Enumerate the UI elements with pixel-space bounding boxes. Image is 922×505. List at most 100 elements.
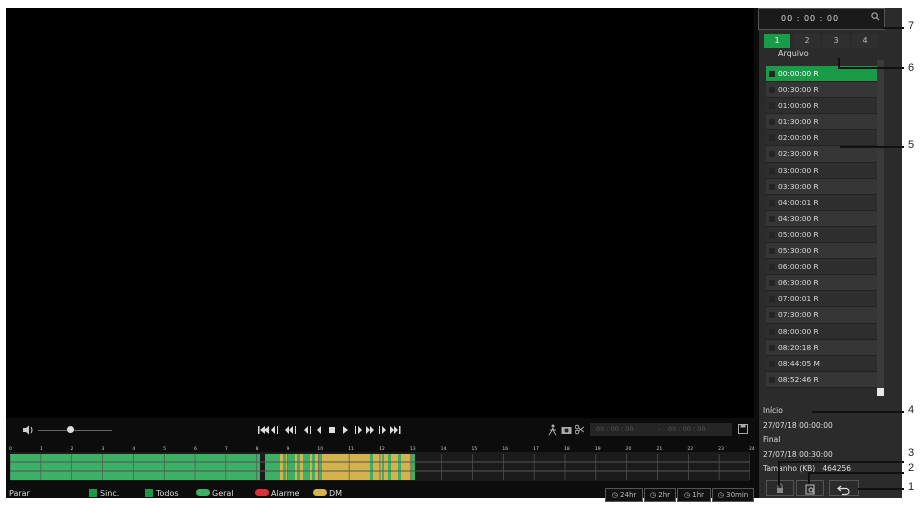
all-checkbox[interactable]: Todos	[145, 489, 179, 498]
file-list-row[interactable]: 08:20:18 R	[766, 339, 877, 356]
row-time: 05:00:00 R	[778, 229, 819, 239]
file-list-row[interactable]: 03:00:00 R	[766, 162, 877, 179]
volume-icon[interactable]	[22, 425, 34, 435]
file-list-row[interactable]: 08:52:46 R	[766, 371, 877, 388]
row-checkbox[interactable]	[769, 119, 775, 126]
file-list-scrollbar[interactable]	[877, 60, 884, 396]
end-label: Final	[763, 435, 781, 444]
general-label: Geral	[212, 489, 234, 498]
timeline-bars[interactable]	[9, 452, 751, 481]
row-checkbox[interactable]	[769, 376, 775, 383]
zoom-24hr-button[interactable]: ◷ 24hr	[605, 488, 643, 502]
zoom-30min-label: 30min	[726, 491, 749, 499]
all-label: Todos	[156, 489, 179, 498]
row-checkbox[interactable]	[769, 103, 775, 110]
file-list-row[interactable]: 05:00:00 R	[766, 226, 877, 244]
file-list-row[interactable]: 08:00:00 R	[766, 323, 877, 340]
file-search-button[interactable]	[796, 480, 824, 496]
general-toggle-icon[interactable]	[196, 489, 210, 496]
row-time: 08:00:00 R	[778, 326, 819, 336]
callout-4: 4	[908, 404, 915, 416]
transport-buttons[interactable]	[255, 423, 415, 437]
tab-channel-1[interactable]: 1	[764, 34, 790, 48]
file-list-row[interactable]: 00:30:00 R	[766, 82, 877, 99]
tab-channel-2[interactable]: 2	[794, 34, 820, 48]
row-time: 08:20:18 R	[778, 342, 819, 352]
volume-slider-knob[interactable]	[67, 426, 74, 433]
row-checkbox[interactable]	[769, 360, 775, 367]
row-checkbox[interactable]	[769, 312, 775, 319]
file-list-row[interactable]: 06:30:00 R	[766, 275, 877, 292]
row-checkbox[interactable]	[769, 151, 775, 158]
row-time: 01:30:00 R	[778, 117, 819, 127]
callout-6: 6	[908, 62, 915, 74]
sync-checkbox[interactable]: Sinc.	[89, 489, 119, 498]
search-icon[interactable]	[871, 12, 880, 21]
sync-check-icon[interactable]	[89, 489, 97, 497]
file-list-row[interactable]: 07:30:00 R	[766, 307, 877, 324]
clip-time-inputs[interactable]: 00 : 00 : 00 - 00 : 00 : 00	[590, 423, 732, 436]
row-checkbox[interactable]	[769, 280, 775, 287]
row-checkbox[interactable]	[769, 296, 775, 303]
clip-start-time[interactable]: 00 : 00 : 00	[596, 423, 633, 436]
row-checkbox[interactable]	[769, 71, 775, 77]
row-checkbox[interactable]	[769, 183, 775, 190]
playback-controls: 00 : 00 : 00 - 00 : 00 : 00	[0, 422, 748, 438]
all-check-icon[interactable]	[145, 489, 153, 497]
row-checkbox[interactable]	[769, 135, 775, 142]
zoom-2hr-button[interactable]: ◷ 2hr	[644, 488, 676, 502]
row-time: 01:00:00 R	[778, 101, 819, 111]
file-list-row[interactable]: 05:30:00 R	[766, 243, 877, 260]
row-checkbox[interactable]	[769, 231, 775, 238]
file-list-row[interactable]: 01:00:00 R	[766, 98, 877, 115]
file-list-row[interactable]: 08:44:05 M	[766, 355, 877, 372]
file-list-row[interactable]: 06:00:00 R	[766, 259, 877, 276]
motion-toggle-icon[interactable]	[313, 489, 327, 496]
zoom-1hr-button[interactable]: ◷ 1hr	[677, 488, 711, 502]
tab-channel-4[interactable]: 4	[852, 34, 878, 48]
row-time: 03:30:00 R	[778, 181, 819, 191]
video-area[interactable]	[6, 8, 754, 418]
row-time: 08:52:46 R	[778, 374, 819, 384]
row-time: 07:30:00 R	[778, 310, 819, 320]
timeline[interactable]	[9, 452, 751, 481]
row-checkbox[interactable]	[769, 199, 775, 206]
back-icon	[837, 485, 850, 496]
back-button[interactable]	[829, 480, 859, 496]
lock-button[interactable]	[766, 480, 794, 496]
general-filter[interactable]: Geral	[196, 489, 234, 498]
file-list-row[interactable]: 04:30:00 R	[766, 210, 877, 227]
time-search-input[interactable]: 00 : 00 : 00	[781, 14, 839, 23]
clip-end-time[interactable]: 00 : 00 : 00	[668, 423, 705, 436]
motion-filter[interactable]: DM	[313, 489, 342, 498]
file-list: 00:00:00 R 00:30:00 R 01:00:00 R 01:30:00 R…	[766, 66, 877, 388]
callout-line-7	[882, 27, 904, 29]
zoom-30min-button[interactable]: ◷ 30min	[712, 488, 754, 502]
row-checkbox[interactable]	[769, 344, 775, 351]
file-list-row[interactable]: 02:30:00 R	[766, 146, 877, 163]
row-checkbox[interactable]	[769, 167, 775, 174]
volume-slider[interactable]	[38, 430, 112, 431]
row-checkbox[interactable]	[769, 264, 775, 271]
snapshot-camera-icon[interactable]	[561, 425, 572, 435]
time-search-box[interactable]: 00 : 00 : 00	[758, 8, 885, 30]
file-list-row[interactable]: 03:30:00 R	[766, 178, 877, 195]
file-list-row[interactable]: 02:00:00 R	[766, 130, 877, 147]
row-checkbox[interactable]	[769, 328, 775, 335]
tab-channel-3[interactable]: 3	[823, 34, 849, 48]
alarm-toggle-icon[interactable]	[255, 489, 269, 496]
save-icon[interactable]	[738, 424, 748, 434]
row-checkbox[interactable]	[769, 248, 775, 255]
scroll-down-arrow[interactable]	[877, 388, 884, 396]
file-list-row[interactable]: 04:00:01 R	[766, 194, 877, 211]
smart-search-person-icon[interactable]	[548, 424, 558, 436]
row-checkbox[interactable]	[769, 215, 775, 222]
clip-scissors-icon[interactable]	[575, 424, 585, 435]
row-time: 08:44:05 M	[778, 358, 820, 368]
alarm-filter[interactable]: Alarme	[255, 489, 299, 498]
file-list-row[interactable]: 07:00:01 R	[766, 291, 877, 308]
end-value: 27/07/18 00:30:00	[763, 449, 833, 459]
row-checkbox[interactable]	[769, 87, 775, 94]
scrollbar-thumb[interactable]	[877, 60, 884, 390]
file-list-row[interactable]: 01:30:00 R	[766, 114, 877, 131]
